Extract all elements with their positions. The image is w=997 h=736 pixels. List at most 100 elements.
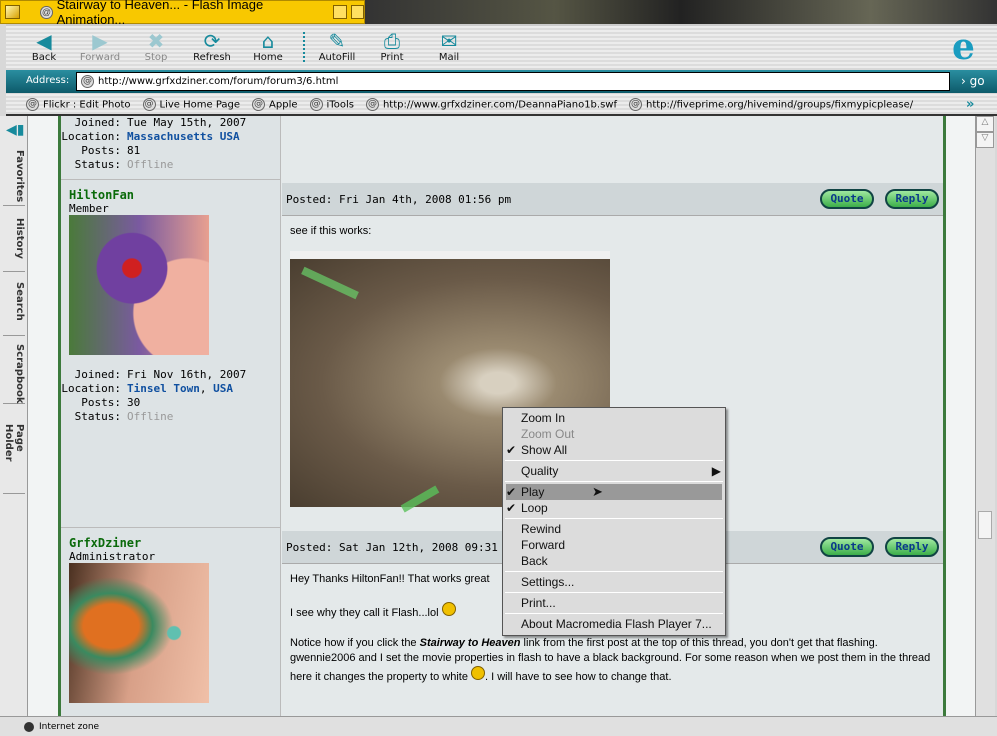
user-avatar bbox=[69, 563, 209, 703]
favorite-link[interactable]: @ Apple bbox=[252, 97, 298, 111]
autofill-button[interactable]: ✎ AutoFill bbox=[307, 30, 367, 63]
desktop-background bbox=[365, 0, 997, 24]
print-button[interactable]: ⎙ Print bbox=[362, 30, 422, 63]
autofill-label: AutoFill bbox=[318, 52, 356, 63]
menu-item-zoom-in[interactable]: Zoom In bbox=[503, 410, 725, 426]
quote-button[interactable]: Quote bbox=[820, 189, 874, 209]
toolbar-divider bbox=[303, 32, 305, 62]
refresh-button[interactable]: ⟳ Refresh bbox=[182, 30, 242, 63]
favorite-label: Apple bbox=[269, 99, 298, 110]
user-info-column: GrfxDziner Administrator bbox=[61, 528, 281, 716]
print-icon: ⎙ bbox=[384, 29, 400, 53]
home-button[interactable]: ⌂ Home bbox=[238, 30, 298, 63]
go-button[interactable]: › go bbox=[961, 74, 985, 88]
menu-item-quality[interactable]: Quality ▶ bbox=[503, 463, 725, 479]
favorite-label: http://www.grfxdziner.com/DeannaPiano1b.… bbox=[382, 99, 617, 110]
menu-separator bbox=[505, 481, 723, 482]
status-value: Offline bbox=[127, 158, 174, 171]
posts-value: 81 bbox=[127, 144, 141, 157]
menu-label: Print... bbox=[521, 596, 556, 610]
at-page-icon: @ bbox=[365, 97, 379, 111]
scroll-down-arrow-icon[interactable]: ▽ bbox=[976, 132, 994, 148]
window-title-bar[interactable]: @ Stairway to Heaven... - Flash Image An… bbox=[0, 0, 365, 27]
location-link[interactable]: Massachusetts USA bbox=[127, 130, 240, 144]
menu-item-play[interactable]: ✔ Play ➤ bbox=[506, 484, 722, 500]
explorer-sidebar-tabs: ◀▮ Favorites History Search Scrapbook Pa… bbox=[0, 116, 28, 716]
flash-context-menu: Zoom In Zoom Out ✔ Show All Quality ▶ ✔ Pla… bbox=[502, 407, 726, 636]
menu-label: Rewind bbox=[521, 522, 562, 536]
more-favorites-chevron-icon[interactable]: » bbox=[966, 97, 974, 112]
location-link[interactable]: USA bbox=[213, 382, 233, 396]
stop-label: Stop bbox=[144, 52, 168, 63]
reply-button[interactable]: Reply bbox=[885, 537, 939, 557]
zoom-box-icon[interactable] bbox=[333, 5, 347, 19]
stairway-link[interactable]: Stairway to Heaven bbox=[420, 637, 521, 649]
address-input[interactable]: @ http://www.grfxdziner.com/forum/forum3/… bbox=[76, 72, 950, 91]
at-page-icon: @ bbox=[309, 97, 323, 111]
back-label: Back bbox=[31, 52, 57, 63]
post-text-span: . I will have to see how to change that. bbox=[485, 671, 672, 683]
mail-button[interactable]: ✉ Mail bbox=[419, 30, 479, 63]
checkmark-icon: ✔ bbox=[506, 443, 517, 457]
menu-separator bbox=[505, 518, 723, 519]
username[interactable]: HiltonFan bbox=[69, 188, 134, 202]
address-url: http://www.grfxdziner.com/forum/forum3/6… bbox=[98, 76, 339, 87]
favorite-link[interactable]: @ Flickr : Edit Photo bbox=[26, 97, 131, 111]
stop-button[interactable]: ✖ Stop bbox=[126, 30, 186, 63]
collapse-box-icon[interactable] bbox=[5, 5, 21, 19]
menu-item-back[interactable]: Back bbox=[503, 553, 725, 569]
joined-value: Tue May 15th, 2007 bbox=[127, 116, 247, 129]
at-page-icon: @ bbox=[26, 97, 39, 111]
favorites-bar: @ Flickr : Edit Photo @ Live Home Page @ Ap… bbox=[6, 94, 997, 116]
sidebar-tab-page-holder[interactable]: Page Holder bbox=[3, 420, 25, 494]
menu-item-show-all[interactable]: ✔ Show All bbox=[503, 442, 725, 458]
forward-button[interactable]: ▶ Forward bbox=[70, 30, 130, 63]
location-label: Location: bbox=[61, 382, 121, 395]
location-link[interactable]: Tinsel Town bbox=[127, 382, 200, 396]
menu-separator bbox=[505, 460, 723, 461]
joined-label: Joined: bbox=[74, 116, 121, 129]
joined-label: Joined: bbox=[74, 368, 121, 381]
forward-label: Forward bbox=[79, 52, 121, 63]
post-date: Posted: Sat Jan 12th, 2008 09:31 am bbox=[286, 540, 518, 554]
post-text-span: Notice how if you click the bbox=[290, 637, 420, 649]
joined-value: Fri Nov 16th, 2007 bbox=[127, 368, 247, 381]
favorite-link[interactable]: @ Live Home Page bbox=[142, 97, 240, 111]
browser-toolbar: ◀ Back ▶ Forward ✖ Stop ⟳ Refresh ⌂ Home ✎ Aut… bbox=[6, 24, 997, 68]
menu-item-rewind[interactable]: Rewind bbox=[503, 521, 725, 537]
menu-item-about-flash[interactable]: About Macromedia Flash Player 7... bbox=[503, 616, 725, 632]
username[interactable]: GrfxDziner bbox=[69, 536, 141, 550]
sidebar-tab-favorites[interactable]: Favorites bbox=[3, 146, 25, 206]
favorite-label: Flickr : Edit Photo bbox=[43, 99, 131, 110]
sidebar-tab-search[interactable]: Search bbox=[3, 278, 25, 336]
ie-logo-icon: e bbox=[952, 26, 975, 68]
back-button[interactable]: ◀ Back bbox=[14, 30, 74, 63]
at-page-icon: @ bbox=[142, 97, 156, 111]
username-text: GrfxDziner bbox=[69, 536, 142, 550]
sidebar-tab-history[interactable]: History bbox=[3, 214, 25, 272]
user-info-column: Joined: Tue May 15th, 2007 Location: Massa… bbox=[61, 116, 281, 180]
quote-button[interactable]: Quote bbox=[820, 537, 874, 557]
scrollbar-thumb[interactable] bbox=[978, 511, 992, 539]
sidebar-tab-scrapbook[interactable]: Scrapbook bbox=[3, 340, 25, 404]
minimize-box-icon[interactable] bbox=[350, 5, 364, 19]
menu-item-forward[interactable]: Forward bbox=[503, 537, 725, 553]
address-bar: Address: @ http://www.grfxdziner.com/foru… bbox=[6, 70, 997, 93]
menu-separator bbox=[505, 613, 723, 614]
menu-item-loop[interactable]: ✔ Loop bbox=[503, 500, 725, 516]
menu-item-print[interactable]: Print... bbox=[503, 595, 725, 611]
favorite-label: iTools bbox=[326, 99, 354, 110]
favorite-link[interactable]: @ iTools bbox=[309, 97, 354, 111]
menu-label: Forward bbox=[521, 538, 566, 552]
vertical-scrollbar[interactable]: △ ▽ bbox=[975, 116, 995, 716]
scroll-up-arrow-icon[interactable]: △ bbox=[976, 116, 994, 132]
user-role: Administrator bbox=[69, 550, 156, 563]
favorite-link[interactable]: @ http://www.grfxdziner.com/DeannaPiano1b… bbox=[365, 97, 617, 111]
address-label: Address: bbox=[26, 75, 70, 86]
sidebar-toggle-icon[interactable]: ◀▮ bbox=[6, 122, 24, 138]
menu-item-settings[interactable]: Settings... bbox=[503, 574, 725, 590]
reply-button[interactable]: Reply bbox=[885, 189, 939, 209]
favorite-link[interactable]: @ http://fiveprime.org/hivemind/groups/fi… bbox=[629, 97, 913, 111]
forward-arrow-icon: ▶ bbox=[92, 29, 108, 53]
status-bar: Internet zone bbox=[0, 716, 997, 736]
